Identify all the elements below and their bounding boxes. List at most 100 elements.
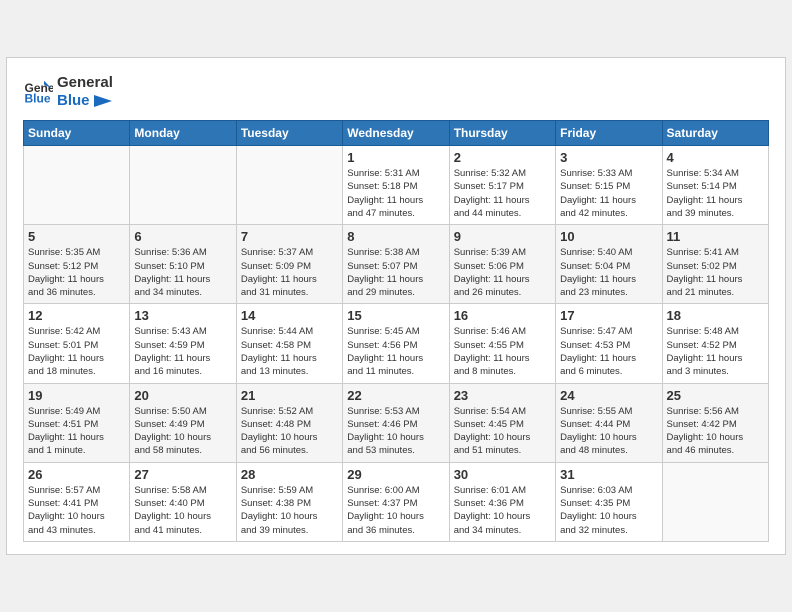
day-info: Sunrise: 5:46 AM Sunset: 4:55 PM Dayligh…	[454, 325, 551, 378]
weekday-header-sunday: Sunday	[24, 121, 130, 146]
day-info: Sunrise: 6:01 AM Sunset: 4:36 PM Dayligh…	[454, 484, 551, 537]
calendar-cell: 21 Sunrise: 5:52 AM Sunset: 4:48 PM Dayli…	[236, 383, 342, 462]
day-number: 26	[28, 467, 125, 482]
day-info: Sunrise: 5:55 AM Sunset: 4:44 PM Dayligh…	[560, 405, 657, 458]
weekday-header-saturday: Saturday	[662, 121, 768, 146]
day-info: Sunrise: 5:56 AM Sunset: 4:42 PM Dayligh…	[667, 405, 764, 458]
calendar-week-row: 1 Sunrise: 5:31 AM Sunset: 5:18 PM Daylig…	[24, 146, 769, 225]
day-number: 28	[241, 467, 338, 482]
calendar-cell: 31Sunrise: 6:03 AM Sunset: 4:35 PM Dayli…	[556, 462, 662, 541]
day-number: 30	[454, 467, 551, 482]
calendar-cell: 26 Sunrise: 5:57 AM Sunset: 4:41 PM Dayli…	[24, 462, 130, 541]
day-info: Sunrise: 5:42 AM Sunset: 5:01 PM Dayligh…	[28, 325, 125, 378]
day-info: Sunrise: 5:43 AM Sunset: 4:59 PM Dayligh…	[134, 325, 231, 378]
logo-blue: Blue	[57, 92, 113, 110]
day-info: Sunrise: 5:59 AM Sunset: 4:38 PM Dayligh…	[241, 484, 338, 537]
day-number: 11	[667, 229, 764, 244]
day-info: Sunrise: 5:32 AM Sunset: 5:17 PM Dayligh…	[454, 167, 551, 220]
calendar-header: General Blue General Blue	[23, 74, 769, 110]
day-number: 29	[347, 467, 444, 482]
calendar-cell: 22Sunrise: 5:53 AM Sunset: 4:46 PM Dayli…	[343, 383, 449, 462]
day-number: 20	[134, 388, 231, 403]
calendar-cell	[24, 146, 130, 225]
calendar-cell: 18 Sunrise: 5:48 AM Sunset: 4:52 PM Dayli…	[662, 304, 768, 383]
day-info: Sunrise: 5:38 AM Sunset: 5:07 PM Dayligh…	[347, 246, 444, 299]
day-number: 21	[241, 388, 338, 403]
day-number: 24	[560, 388, 657, 403]
svg-text:Blue: Blue	[25, 92, 51, 106]
calendar-cell: 1 Sunrise: 5:31 AM Sunset: 5:18 PM Daylig…	[343, 146, 449, 225]
day-number: 5	[28, 229, 125, 244]
calendar-cell	[236, 146, 342, 225]
day-number: 15	[347, 308, 444, 323]
day-number: 13	[134, 308, 231, 323]
calendar-cell: 20Sunrise: 5:50 AM Sunset: 4:49 PM Dayli…	[130, 383, 236, 462]
calendar-cell: 28 Sunrise: 5:59 AM Sunset: 4:38 PM Dayli…	[236, 462, 342, 541]
day-number: 2	[454, 150, 551, 165]
calendar-cell: 16 Sunrise: 5:46 AM Sunset: 4:55 PM Dayli…	[449, 304, 555, 383]
calendar-cell: 7Sunrise: 5:37 AM Sunset: 5:09 PM Daylig…	[236, 225, 342, 304]
day-info: Sunrise: 5:54 AM Sunset: 4:45 PM Dayligh…	[454, 405, 551, 458]
calendar-container: General Blue General Blue SundayMondayTu…	[6, 57, 786, 555]
calendar-table: SundayMondayTuesdayWednesdayThursdayFrid…	[23, 120, 769, 542]
day-info: Sunrise: 5:41 AM Sunset: 5:02 PM Dayligh…	[667, 246, 764, 299]
day-number: 31	[560, 467, 657, 482]
day-info: Sunrise: 5:48 AM Sunset: 4:52 PM Dayligh…	[667, 325, 764, 378]
calendar-cell: 2 Sunrise: 5:32 AM Sunset: 5:17 PM Daylig…	[449, 146, 555, 225]
day-info: Sunrise: 5:44 AM Sunset: 4:58 PM Dayligh…	[241, 325, 338, 378]
calendar-cell: 24 Sunrise: 5:55 AM Sunset: 4:44 PM Dayli…	[556, 383, 662, 462]
calendar-cell: 19 Sunrise: 5:49 AM Sunset: 4:51 PM Dayli…	[24, 383, 130, 462]
calendar-week-row: 5 Sunrise: 5:35 AM Sunset: 5:12 PM Daylig…	[24, 225, 769, 304]
calendar-cell: 25Sunrise: 5:56 AM Sunset: 4:42 PM Dayli…	[662, 383, 768, 462]
day-number: 10	[560, 229, 657, 244]
day-info: Sunrise: 6:00 AM Sunset: 4:37 PM Dayligh…	[347, 484, 444, 537]
weekday-header-monday: Monday	[130, 121, 236, 146]
day-info: Sunrise: 5:47 AM Sunset: 4:53 PM Dayligh…	[560, 325, 657, 378]
calendar-cell: 3Sunrise: 5:33 AM Sunset: 5:15 PM Daylig…	[556, 146, 662, 225]
weekday-header-tuesday: Tuesday	[236, 121, 342, 146]
day-info: Sunrise: 5:36 AM Sunset: 5:10 PM Dayligh…	[134, 246, 231, 299]
day-number: 8	[347, 229, 444, 244]
calendar-cell: 30 Sunrise: 6:01 AM Sunset: 4:36 PM Dayli…	[449, 462, 555, 541]
calendar-cell: 27Sunrise: 5:58 AM Sunset: 4:40 PM Dayli…	[130, 462, 236, 541]
day-info: Sunrise: 5:53 AM Sunset: 4:46 PM Dayligh…	[347, 405, 444, 458]
calendar-cell: 17Sunrise: 5:47 AM Sunset: 4:53 PM Dayli…	[556, 304, 662, 383]
calendar-week-row: 26 Sunrise: 5:57 AM Sunset: 4:41 PM Dayli…	[24, 462, 769, 541]
calendar-cell: 9 Sunrise: 5:39 AM Sunset: 5:06 PM Daylig…	[449, 225, 555, 304]
day-info: Sunrise: 5:35 AM Sunset: 5:12 PM Dayligh…	[28, 246, 125, 299]
day-info: Sunrise: 5:57 AM Sunset: 4:41 PM Dayligh…	[28, 484, 125, 537]
weekday-header-wednesday: Wednesday	[343, 121, 449, 146]
day-number: 9	[454, 229, 551, 244]
day-number: 4	[667, 150, 764, 165]
day-info: Sunrise: 5:52 AM Sunset: 4:48 PM Dayligh…	[241, 405, 338, 458]
day-number: 12	[28, 308, 125, 323]
day-info: Sunrise: 5:31 AM Sunset: 5:18 PM Dayligh…	[347, 167, 444, 220]
day-info: Sunrise: 5:34 AM Sunset: 5:14 PM Dayligh…	[667, 167, 764, 220]
calendar-cell: 29 Sunrise: 6:00 AM Sunset: 4:37 PM Dayli…	[343, 462, 449, 541]
logo-icon: General Blue	[23, 77, 53, 107]
calendar-cell: 14 Sunrise: 5:44 AM Sunset: 4:58 PM Dayli…	[236, 304, 342, 383]
day-info: Sunrise: 5:45 AM Sunset: 4:56 PM Dayligh…	[347, 325, 444, 378]
day-number: 14	[241, 308, 338, 323]
day-number: 27	[134, 467, 231, 482]
day-info: Sunrise: 5:40 AM Sunset: 5:04 PM Dayligh…	[560, 246, 657, 299]
logo-arrow-icon	[94, 95, 112, 107]
calendar-cell: 10 Sunrise: 5:40 AM Sunset: 5:04 PM Dayli…	[556, 225, 662, 304]
calendar-cell: 4 Sunrise: 5:34 AM Sunset: 5:14 PM Daylig…	[662, 146, 768, 225]
calendar-cell: 12 Sunrise: 5:42 AM Sunset: 5:01 PM Dayli…	[24, 304, 130, 383]
day-info: Sunrise: 5:49 AM Sunset: 4:51 PM Dayligh…	[28, 405, 125, 458]
calendar-cell: 5 Sunrise: 5:35 AM Sunset: 5:12 PM Daylig…	[24, 225, 130, 304]
day-info: Sunrise: 5:39 AM Sunset: 5:06 PM Dayligh…	[454, 246, 551, 299]
day-number: 1	[347, 150, 444, 165]
logo: General Blue General Blue	[23, 74, 113, 110]
day-number: 19	[28, 388, 125, 403]
calendar-cell: 6 Sunrise: 5:36 AM Sunset: 5:10 PM Daylig…	[130, 225, 236, 304]
weekday-header-friday: Friday	[556, 121, 662, 146]
day-number: 16	[454, 308, 551, 323]
calendar-week-row: 19 Sunrise: 5:49 AM Sunset: 4:51 PM Dayli…	[24, 383, 769, 462]
day-info: Sunrise: 5:33 AM Sunset: 5:15 PM Dayligh…	[560, 167, 657, 220]
calendar-cell	[130, 146, 236, 225]
day-number: 6	[134, 229, 231, 244]
day-number: 18	[667, 308, 764, 323]
day-number: 23	[454, 388, 551, 403]
